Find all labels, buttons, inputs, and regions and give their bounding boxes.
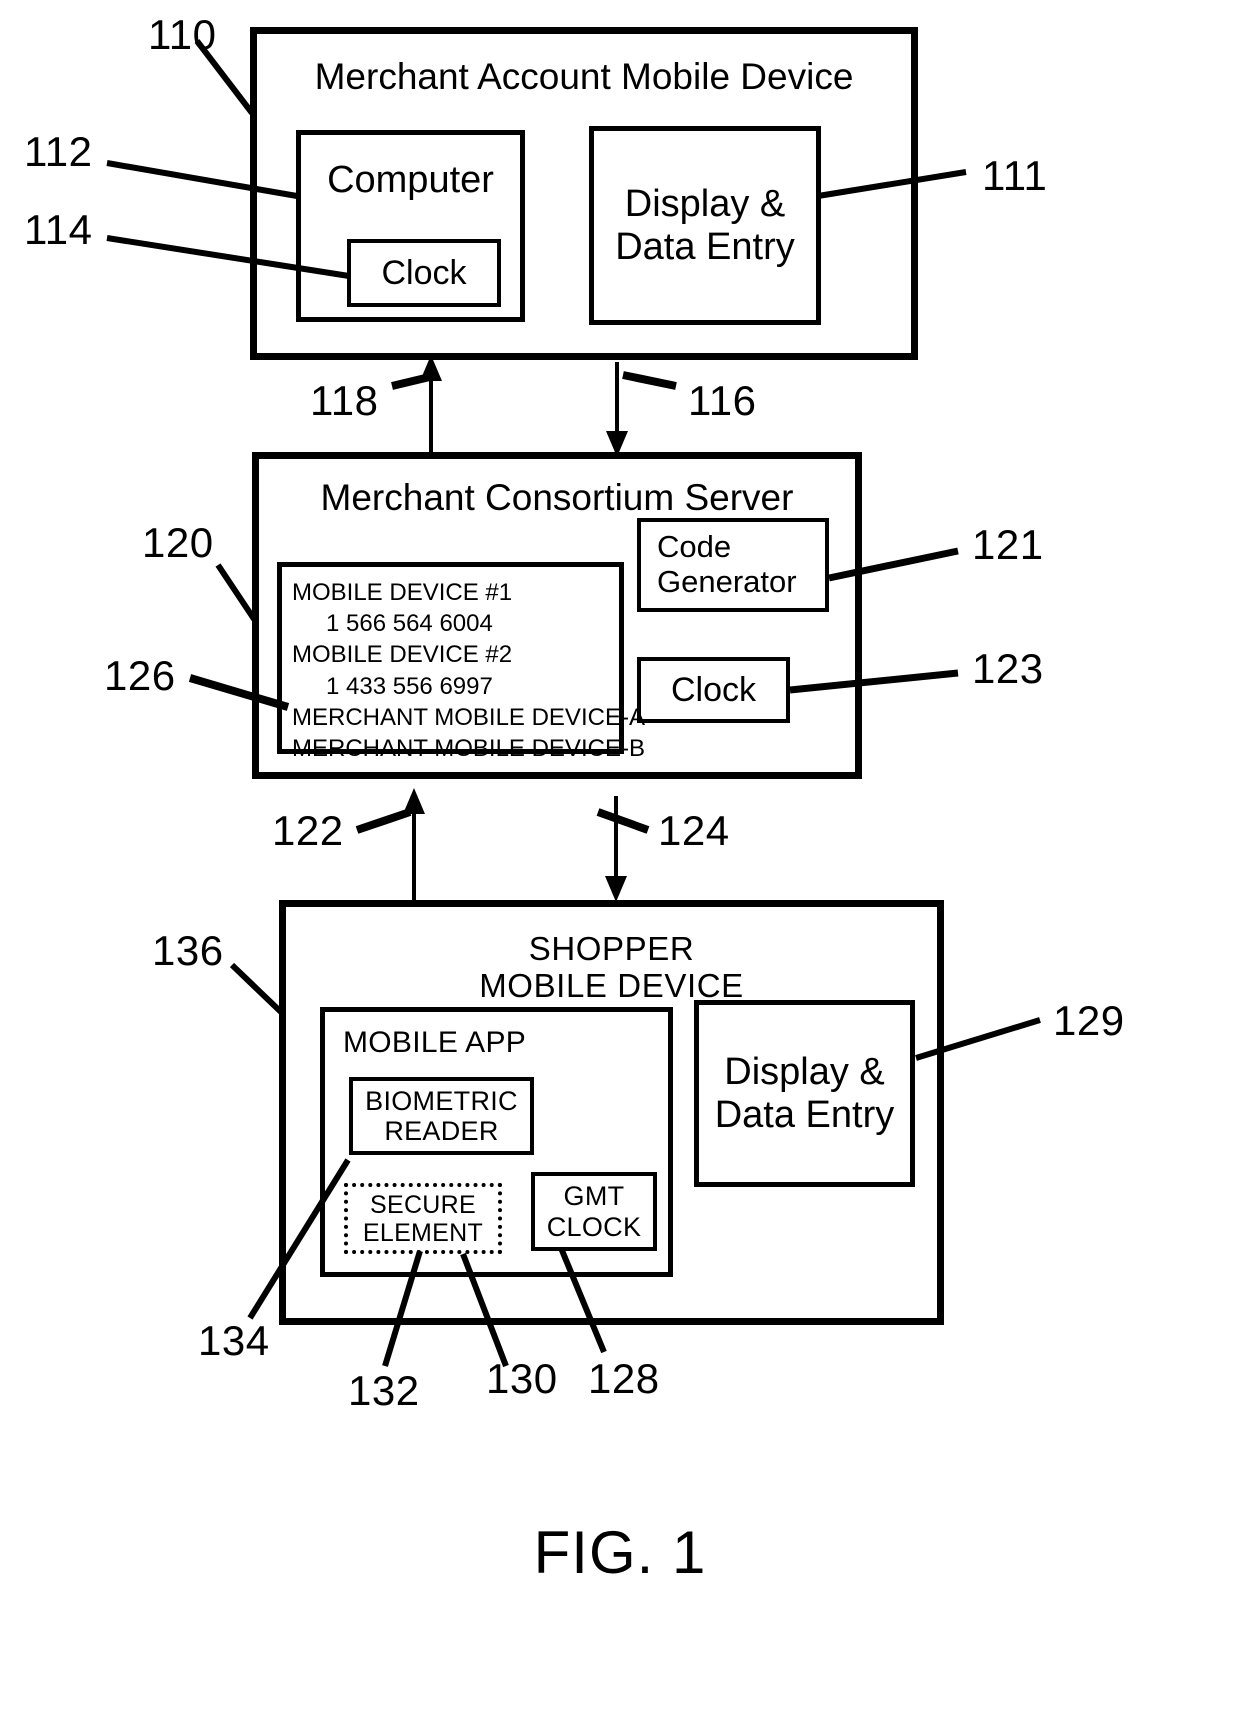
display-data-entry-label-shopper: Display & Data Entry (714, 1050, 895, 1136)
ref-112: 112 (24, 128, 93, 175)
ref-124: 124 (658, 807, 730, 854)
patent-figure: Merchant Account Mobile Device Computer … (0, 0, 1240, 1719)
merchant-account-mobile-device-title: Merchant Account Mobile Device (314, 56, 854, 97)
ref-134: 134 (198, 1317, 270, 1364)
device-list-line: MOBILE DEVICE #1 (292, 579, 513, 606)
ref-120: 120 (142, 519, 214, 566)
clock-box-merchant-device: Clock (347, 239, 501, 307)
ref-128: 128 (588, 1355, 660, 1402)
ref-132: 132 (348, 1367, 420, 1414)
ref-136: 136 (152, 927, 224, 974)
clock-label-merchant-device: Clock (381, 253, 467, 292)
merchant-consortium-server-title: Merchant Consortium Server (320, 477, 794, 518)
gmt-clock-label: GMT CLOCK (546, 1181, 642, 1242)
leader-line-120 (215, 563, 259, 624)
leader-line-122 (355, 808, 412, 834)
leader-line-124 (596, 808, 650, 834)
device-list-line: 1 433 556 6997 (326, 672, 493, 700)
ref-126: 126 (104, 652, 176, 699)
ref-114: 114 (24, 206, 93, 253)
biometric-reader-box: BIOMETRIC READER (349, 1077, 534, 1155)
leader-line-116 (622, 371, 677, 390)
ref-116: 116 (688, 377, 757, 424)
clock-box-server: Clock (637, 657, 790, 723)
device-list-line: MERCHANT MOBILE DEVICE-A (292, 703, 645, 731)
device-list-line: MOBILE DEVICE #2 (292, 641, 513, 669)
ref-123: 123 (972, 645, 1044, 692)
display-data-entry-box-merchant: Display & Data Entry (589, 126, 821, 325)
code-generator-box: Code Generator (637, 518, 829, 612)
display-data-entry-label-merchant: Display & Data Entry (615, 182, 795, 268)
ref-122: 122 (272, 807, 344, 854)
ref-129: 129 (1053, 997, 1125, 1044)
biometric-reader-label: BIOMETRIC READER (365, 1085, 518, 1146)
display-data-entry-box-shopper: Display & Data Entry (694, 1000, 915, 1187)
shopper-mobile-device-title: SHOPPER MOBILE DEVICE (479, 930, 744, 1004)
ref-130: 130 (486, 1355, 558, 1402)
registered-device-list-box: MOBILE DEVICE #1 1 566 564 6004 MOBILE D… (277, 562, 645, 762)
device-list-line: 1 566 564 6004 (326, 610, 493, 638)
clock-label-server: Clock (670, 670, 757, 709)
secure-element-label: SECURE ELEMENT (362, 1190, 484, 1247)
ref-111: 111 (982, 152, 1048, 199)
computer-label: Computer (327, 159, 494, 201)
ref-118: 118 (310, 377, 379, 424)
connector-124-arrowhead (605, 876, 627, 902)
device-list-line: MERCHANT MOBILE DEVICE-B (292, 734, 645, 762)
code-generator-label: Code Generator (657, 529, 797, 599)
leader-line-136 (229, 962, 284, 1015)
figure-caption: FIG. 1 (533, 1519, 707, 1586)
gmt-clock-box: GMT CLOCK (531, 1172, 657, 1251)
ref-110: 110 (148, 11, 217, 58)
secure-element-box: SECURE ELEMENT (344, 1183, 502, 1254)
mobile-app-label: MOBILE APP (343, 1026, 527, 1059)
ref-121: 121 (972, 521, 1044, 568)
